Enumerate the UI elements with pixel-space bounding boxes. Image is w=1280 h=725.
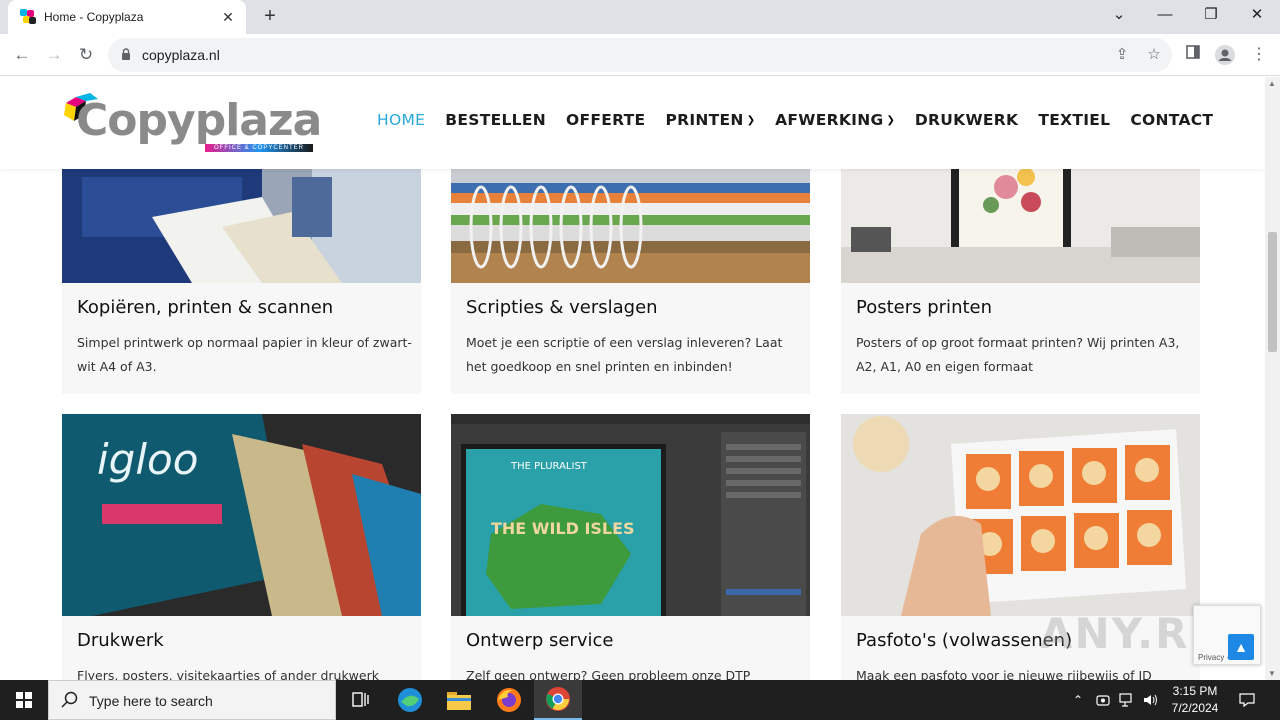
logo-wordmark: Copyplaza [76, 95, 322, 146]
page-scrollbar[interactable]: ▲ ▼ [1265, 77, 1280, 680]
card-image-passport-photos [841, 414, 1200, 616]
minimize-button[interactable]: — [1142, 0, 1188, 34]
new-tab-button[interactable]: + [258, 5, 282, 29]
forward-button[interactable]: → [41, 42, 67, 68]
nav-drukwerk[interactable]: DRUKWERK [915, 111, 1018, 130]
edge-icon [398, 688, 422, 712]
nav-offerte[interactable]: OFFERTE [566, 111, 645, 130]
copyplaza-logo[interactable]: Copyplaza OFFICE & COPYCENTER [62, 91, 322, 155]
chevron-down-icon: ❯ [886, 115, 895, 126]
side-panel-icon[interactable] [1183, 45, 1203, 65]
card-title[interactable]: Kopiëren, printen & scannen [77, 297, 333, 318]
nav-home[interactable]: HOME [377, 111, 425, 130]
site-header: Copyplaza OFFICE & COPYCENTER HOME BESTE… [0, 77, 1265, 169]
tab-title: Home - Copyplaza [44, 10, 144, 24]
task-view-icon [352, 692, 369, 707]
scroll-to-top-button[interactable]: ▲ [1228, 634, 1254, 660]
notifications-icon[interactable] [1236, 680, 1258, 720]
tab-search-chevron-icon[interactable]: ⌄ [1096, 0, 1142, 34]
firefox-icon [497, 688, 521, 712]
taskbar-chrome[interactable] [534, 680, 582, 720]
card-text: Maak een pasfoto voor je nieuwe rijbewij… [856, 668, 1152, 680]
address-bar[interactable]: copyplaza.nl ⇪ ☆ [108, 38, 1172, 72]
task-view-button[interactable] [336, 680, 384, 720]
network-icon[interactable] [1116, 680, 1138, 720]
card-image-flyers: igloo [62, 414, 421, 616]
recaptcha-badge[interactable]: Privacy - Terms ▲ [1193, 605, 1261, 665]
clock-time: 3:15 PM [1172, 684, 1218, 698]
copyplaza-favicon-icon [20, 9, 36, 25]
nav-bestellen[interactable]: BESTELLEN [445, 111, 546, 130]
tray-meet-icon[interactable] [1093, 680, 1113, 720]
logo-tagline: OFFICE & COPYCENTER [205, 144, 313, 152]
svg-text:igloo: igloo [97, 435, 198, 484]
taskbar-file-explorer[interactable] [435, 680, 483, 720]
svg-text:THE WILD ISLES: THE WILD ISLES [491, 519, 635, 538]
chevron-down-icon: ❯ [746, 115, 756, 126]
card-title[interactable]: Scripties & verslagen [466, 297, 658, 318]
bookmark-star-icon[interactable]: ☆ [1145, 46, 1163, 64]
start-button[interactable] [0, 680, 48, 720]
lock-icon [122, 48, 130, 60]
browser-tab[interactable]: Home - Copyplaza ✕ [8, 0, 246, 34]
windows-taskbar: Type here to search ⌃ 3:15 PM 7/2/2024 [0, 680, 1280, 720]
svg-text:THE PLURALIST: THE PLURALIST [510, 461, 588, 472]
nav-printen-label[interactable]: PRINTEN [665, 111, 743, 129]
browser-menu-icon[interactable]: ⋮ [1249, 45, 1269, 65]
nav-printen[interactable]: PRINTEN ❯ [665, 111, 755, 130]
browser-toolbar: ← → ↻ copyplaza.nl ⇪ ☆ ⋮ [0, 34, 1280, 76]
close-window-button[interactable]: ✕ [1234, 0, 1280, 34]
scroll-up-arrow-icon[interactable]: ▲ [1268, 79, 1276, 88]
nav-textiel[interactable]: TEXTIEL [1038, 111, 1110, 130]
tray-overflow-chevron-icon[interactable]: ⌃ [1068, 680, 1088, 720]
restore-button[interactable]: ❐ [1188, 0, 1234, 34]
card-title[interactable]: Ontwerp service [466, 630, 613, 651]
taskbar-clock[interactable]: 3:15 PM 7/2/2024 [1162, 683, 1228, 717]
windows-logo-icon [16, 692, 32, 708]
card-image-design-software: THE PLURALIST THE WILD ISLES [451, 414, 810, 616]
reload-button[interactable]: ↻ [73, 42, 99, 68]
web-page: Copyplaza OFFICE & COPYCENTER HOME BESTE… [0, 77, 1265, 680]
tab-close-icon[interactable]: ✕ [220, 9, 236, 26]
card-text: Simpel printwerk op normaal papier in kl… [77, 335, 412, 374]
scrollbar-thumb[interactable] [1268, 232, 1277, 352]
card-title[interactable]: Posters printen [856, 297, 992, 318]
url-text: copyplaza.nl [142, 47, 220, 63]
nav-afwerking-label[interactable]: AFWERKING [775, 111, 883, 129]
nav-afwerking[interactable]: AFWERKING ❯ [775, 111, 895, 130]
main-navigation: HOME BESTELLEN OFFERTE PRINTEN ❯ AFWERKIN… [377, 111, 1213, 130]
profile-avatar-icon[interactable] [1215, 45, 1235, 65]
search-placeholder: Type here to search [89, 693, 213, 709]
browser-tab-bar: Home - Copyplaza ✕ + ⌄ — ❐ ✕ [0, 0, 1280, 34]
card-title[interactable]: Drukwerk [77, 630, 164, 651]
service-card-ontwerp[interactable]: THE PLURALIST THE WILD ISLES Ontwerp ser… [451, 414, 810, 680]
taskbar-firefox[interactable] [485, 680, 533, 720]
taskbar-edge[interactable] [386, 680, 434, 720]
service-card-drukwerk[interactable]: igloo Drukwerk Flyers, posters, visiteka… [62, 414, 421, 680]
nav-contact[interactable]: CONTACT [1130, 111, 1213, 130]
search-icon [61, 691, 78, 708]
card-text: Moet je een scriptie of een verslag inle… [466, 335, 783, 374]
card-text: Flyers, posters, visitekaartjes of ander… [77, 668, 379, 680]
card-text: Zelf geen ontwerp? Geen probleem onze DT… [466, 668, 751, 680]
scroll-down-arrow-icon[interactable]: ▼ [1268, 669, 1276, 678]
volume-icon[interactable] [1140, 680, 1162, 720]
folder-icon [447, 692, 471, 710]
chrome-icon [546, 687, 570, 711]
taskbar-search-box[interactable]: Type here to search [48, 680, 336, 720]
share-icon[interactable]: ⇪ [1113, 46, 1131, 64]
back-button[interactable]: ← [9, 42, 35, 68]
card-text: Posters of op groot formaat printen? Wij… [856, 335, 1180, 374]
clock-date: 7/2/2024 [1171, 701, 1219, 715]
